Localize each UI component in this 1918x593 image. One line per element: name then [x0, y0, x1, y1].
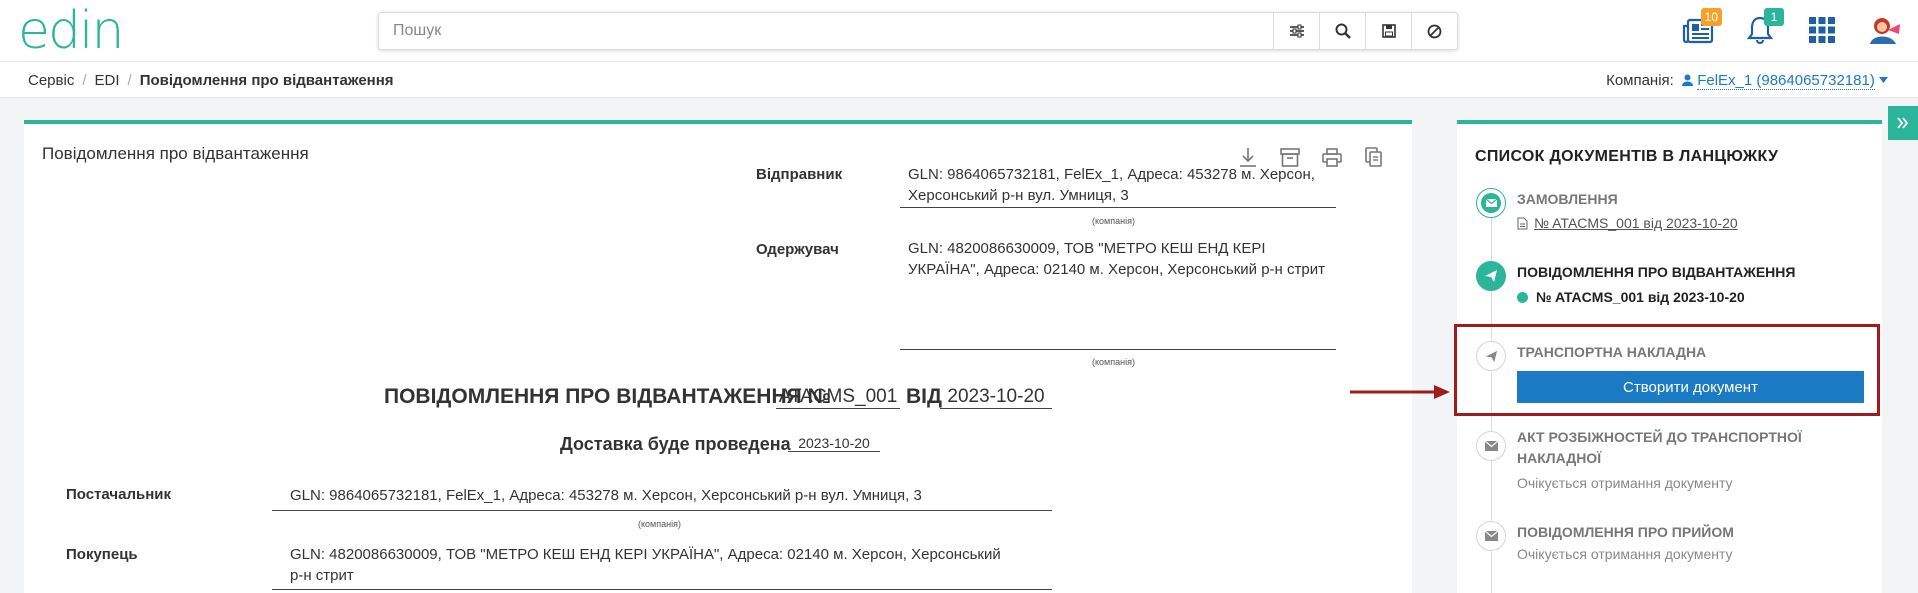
company-label: Компанія: — [1606, 72, 1674, 89]
filter-button[interactable] — [1273, 13, 1319, 49]
breadcrumb-current: Повідомлення про відвантаження — [139, 72, 394, 89]
chain-title: СПИСОК ДОКУМЕНТІВ В ЛАНЦЮЖКУ — [1475, 148, 1779, 165]
supplier-underline — [272, 510, 1052, 511]
apps-button[interactable] — [1802, 10, 1842, 50]
double-chevron-right-icon — [1897, 117, 1909, 129]
step-order-link[interactable]: № ATACMS_001 від 2023-10-20 — [1517, 215, 1738, 231]
document-icon — [1517, 217, 1528, 229]
search-bar — [378, 12, 1458, 50]
company-selector: Компанія: FelEx_1 (9864065732181) — [1606, 72, 1888, 90]
breadcrumb: Сервіс / EDI / Повідомлення про відванта… — [28, 72, 394, 89]
supplier-label: Постачальник — [66, 486, 171, 503]
search-icon — [1335, 23, 1351, 39]
sender-underline — [900, 207, 1336, 208]
block-icon — [1427, 24, 1442, 38]
envelope-icon — [1484, 531, 1498, 541]
edin-logo[interactable]: edin — [18, 1, 124, 61]
receiver-label: Одержувач — [756, 241, 839, 258]
step-despatch-marker — [1476, 261, 1506, 291]
step-receipt-marker — [1476, 521, 1506, 551]
paper-plane-icon — [1485, 270, 1497, 282]
sliders-icon — [1289, 24, 1304, 38]
delivery-label: Доставка буде проведена — [560, 434, 791, 454]
step-receipt-status: Очікується отримання документу — [1517, 546, 1733, 562]
user-icon — [1682, 74, 1694, 86]
date-label: ВІД — [906, 385, 942, 408]
save-icon — [1381, 24, 1396, 38]
document-title: ПОВІДОМЛЕННЯ ПРО ВІДВАНТАЖЕННЯ № — [384, 385, 831, 408]
step-despatch-title: ПОВІДОМЛЕННЯ ПРО ВІДВАНТАЖЕННЯ — [1517, 264, 1796, 280]
grid-icon — [1809, 17, 1835, 43]
arrow-right-icon — [1350, 385, 1450, 399]
step-despatch-number: № ATACMS_001 від 2023-10-20 — [1536, 289, 1745, 305]
buyer-value: GLN: 4820086630009, ТОВ "МЕТРО КЕШ ЕНД К… — [290, 546, 1001, 584]
news-badge: 10 — [1700, 8, 1722, 26]
company-caption: (компанія) — [638, 519, 681, 529]
search-button[interactable] — [1319, 13, 1365, 49]
step-receipt-title: ПОВІДОМЛЕННЯ ПРО ПРИЙОМ — [1517, 524, 1734, 540]
company-caption: (компанія) — [1092, 357, 1135, 367]
step-order-marker — [1476, 188, 1506, 218]
step-discrepancy-title-line1: АКТ РОЗБІЖНОСТЕЙ ДО ТРАНСПОРТНОЇ — [1517, 429, 1802, 445]
notifications-badge: 1 — [1764, 8, 1784, 26]
breadcrumb-bar: Сервіс / EDI / Повідомлення про відванта… — [0, 62, 1918, 98]
company-dropdown[interactable]: FelEx_1 (9864065732181) — [1697, 72, 1875, 90]
step-discrepancy-status: Очікується отримання документу — [1517, 475, 1733, 491]
active-dot — [1517, 291, 1528, 303]
news-button[interactable]: 10 — [1678, 8, 1722, 50]
highlight-box — [1454, 324, 1880, 416]
buyer-label: Покупець — [66, 546, 138, 563]
document-panel: Повідомлення про відвантаження Відправни… — [24, 120, 1412, 593]
document-number: ATACMS_001 — [776, 386, 900, 409]
envelope-icon — [1485, 199, 1497, 207]
top-header: edin 10 1 — [0, 0, 1918, 62]
delivery-date: 2023-10-20 — [788, 435, 880, 452]
clear-search-button[interactable] — [1411, 13, 1457, 49]
collapse-panel-button[interactable] — [1888, 106, 1918, 140]
notifications-button[interactable]: 1 — [1740, 8, 1784, 50]
copy-icon[interactable] — [1364, 146, 1384, 168]
panel-title: Повідомлення про відвантаження — [42, 144, 309, 163]
step-discrepancy-marker — [1476, 431, 1506, 461]
sender-value: GLN: 9864065732181, FelEx_1, Адреса: 453… — [908, 166, 1315, 204]
step-order-title: ЗАМОВЛЕННЯ — [1517, 191, 1618, 207]
receiver-value: GLN: 4820086630009, ТОВ "МЕТРО КЕШ ЕНД К… — [908, 240, 1325, 278]
step-discrepancy-title-line2: НАКЛАДНОЇ — [1517, 450, 1602, 466]
supplier-value: GLN: 9864065732181, FelEx_1, Адреса: 453… — [290, 487, 922, 504]
profile-button[interactable] — [1864, 10, 1904, 50]
breadcrumb-service[interactable]: Сервіс — [28, 72, 74, 89]
breadcrumb-separator: / — [127, 72, 132, 89]
company-caption: (компанія) — [1092, 216, 1135, 226]
caret-down-icon[interactable] — [1879, 77, 1888, 83]
sender-label: Відправник — [756, 166, 843, 183]
receiver-underline — [900, 349, 1336, 350]
buyer-underline — [272, 589, 1052, 590]
avatar — [1870, 18, 1900, 44]
header-icons: 10 1 — [1678, 8, 1904, 50]
save-search-button[interactable] — [1365, 13, 1411, 49]
step-order-link-text[interactable]: № ATACMS_001 від 2023-10-20 — [1534, 215, 1738, 231]
breadcrumb-edi[interactable]: EDI — [95, 72, 120, 89]
document-date: 2023-10-20 — [940, 386, 1052, 409]
logo-text: edin — [18, 1, 124, 61]
step-despatch-current: № ATACMS_001 від 2023-10-20 — [1517, 289, 1745, 305]
breadcrumb-separator: / — [82, 72, 87, 89]
search-input[interactable] — [379, 13, 1273, 49]
envelope-icon — [1484, 441, 1498, 451]
